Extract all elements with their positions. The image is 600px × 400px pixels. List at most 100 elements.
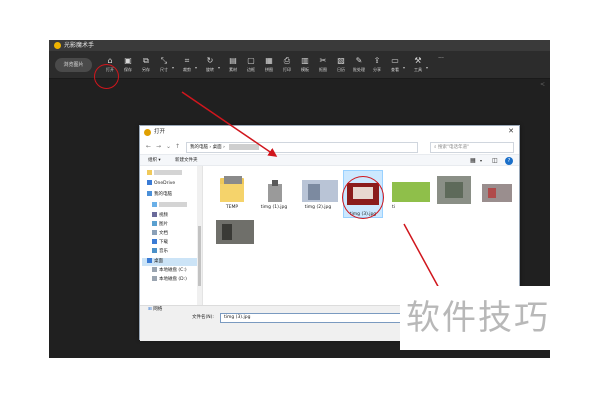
tool-save-as[interactable]: ⧉ 另存 (137, 55, 155, 77)
tool-crop[interactable]: ⌗ 裁剪 (178, 55, 196, 77)
more-tools-button[interactable]: ··· (432, 55, 450, 77)
dialog-app-icon (144, 129, 151, 136)
app-logo-icon (54, 42, 61, 49)
filename-label: 文件名(N): (192, 315, 214, 320)
collage-icon: ▦ (265, 56, 273, 65)
nav-item[interactable]: 我的电脑 (147, 191, 172, 199)
cutout-icon: ✂ (319, 56, 327, 65)
nav-item-label: 桌面 (154, 259, 163, 264)
back-arrow-icon[interactable]: ← (146, 142, 151, 152)
tool-label: 裁剪 (183, 67, 191, 72)
nav-item[interactable]: 文档 (152, 230, 168, 238)
search-placeholder: 搜索"电话年道" (437, 145, 470, 150)
forward-arrow-icon[interactable]: → (156, 142, 161, 152)
chevron-down-icon[interactable]: ▾ (218, 65, 220, 70)
tool-material[interactable]: ▤ 素材 (224, 55, 242, 77)
nav-item-label: OneDrive (154, 181, 176, 186)
nav-item[interactable]: 下载 (152, 239, 168, 247)
nav-item[interactable] (152, 202, 187, 210)
tool-border[interactable]: ▢ 边框 (242, 55, 260, 77)
save-as-icon: ⧉ (143, 56, 149, 65)
tool-label: 查看 (391, 67, 399, 72)
tool-share[interactable]: ⇪ 分享 (368, 55, 386, 77)
nav-item[interactable]: 桌面 (142, 258, 197, 266)
crop-icon: ⌗ (184, 56, 190, 65)
nav-item[interactable]: 本地磁盘 (D:) (152, 276, 187, 284)
help-icon[interactable]: ? (505, 157, 513, 165)
image-thumbnail (478, 174, 512, 204)
nav-item[interactable]: 本地磁盘 (C:) (152, 267, 187, 275)
save-icon: ▣ (124, 56, 132, 65)
chevron-down-icon[interactable]: ▾ (426, 65, 428, 70)
tools-icon: ⚒ (414, 56, 422, 65)
address-segment-desktop[interactable]: 桌面 (213, 145, 222, 150)
image-thumbnail (435, 174, 471, 204)
chevron-down-icon[interactable]: ▾ (172, 65, 174, 70)
selection-highlight-circle (342, 176, 384, 219)
preview-pane-icon[interactable]: ◫ (492, 157, 498, 165)
file-item-6[interactable] (474, 174, 514, 204)
view-dropdown-icon[interactable]: ▾ (480, 157, 482, 165)
file-name: timg (1).jpg (260, 205, 288, 210)
app-title: 光影魔术手 (64, 42, 95, 49)
filename-input[interactable]: timg (3).jpg (220, 313, 410, 323)
new-folder-button[interactable]: 新建文件夹 (175, 156, 198, 165)
folder-icon (147, 170, 152, 175)
computer-icon (147, 191, 152, 196)
file-item-5[interactable] (431, 174, 471, 204)
address-segment-computer[interactable]: 我的电脑 (190, 145, 208, 150)
drive-icon (152, 276, 157, 281)
nav-item-label (159, 202, 187, 207)
browse-images-button[interactable]: 浏览图片 (55, 58, 92, 72)
tool-print[interactable]: ⎙ 打印 (278, 55, 296, 77)
tool-batch[interactable]: ✎ 批处理 (350, 55, 368, 77)
organize-button[interactable]: 组织 ▾ (148, 156, 161, 165)
tool-resize[interactable]: ⤡ 尺寸 (155, 55, 173, 77)
address-bar[interactable]: 我的电脑 › 桌面 › (186, 142, 418, 153)
cloud-icon (147, 180, 152, 185)
nav-item[interactable]: 图片 (152, 221, 168, 229)
file-item-temp[interactable]: TEMP (212, 174, 252, 211)
batch-icon: ✎ (355, 56, 363, 65)
nav-scrollbar[interactable] (197, 166, 202, 305)
view-options-icon[interactable]: ▦ (470, 157, 476, 165)
tool-save[interactable]: ▣ 保存 (119, 55, 137, 77)
dialog-navbar: ← → ⌄ ↑ 我的电脑 › 桌面 › ⌕ 搜索"电话年道" (140, 140, 519, 154)
up-arrow-icon[interactable]: ↑ (175, 142, 180, 152)
file-item-7[interactable] (212, 218, 254, 248)
tool-calendar[interactable]: ▧ 日历 (332, 55, 350, 77)
resize-icon: ⤡ (160, 56, 168, 65)
file-item-timg-1[interactable]: timg (1).jpg (254, 174, 294, 211)
tool-label: 批处理 (353, 67, 365, 72)
tool-label: 工具 (414, 67, 422, 72)
chevron-down-icon[interactable]: ▾ (195, 65, 197, 70)
tool-rotate[interactable]: ↻ 旋转 (201, 55, 219, 77)
tool-template[interactable]: ▥ 模板 (296, 55, 314, 77)
nav-item-label: 文档 (159, 231, 168, 236)
close-icon[interactable]: ✕ (508, 127, 514, 135)
share-corner-icon[interactable]: < (540, 81, 545, 88)
chevron-down-icon[interactable]: ▾ (403, 65, 405, 70)
user-icon (152, 202, 157, 207)
nav-item-network[interactable]: ⊞ 网络 (148, 306, 162, 314)
image-thumbnail (392, 174, 430, 204)
search-input[interactable]: ⌕ 搜索"电话年道" (430, 142, 514, 153)
file-item-timg-2[interactable]: timg (2).jpg (298, 174, 338, 211)
tool-label: 素材 (229, 67, 237, 72)
recent-dropdown-icon[interactable]: ⌄ (166, 142, 171, 152)
tool-tools[interactable]: ⚒ 工具 (409, 55, 427, 77)
nav-item[interactable]: 音乐 (152, 248, 168, 256)
desktop-icon (147, 258, 152, 263)
nav-item[interactable]: 视频 (152, 212, 168, 220)
tool-collage[interactable]: ▦ 拼图 (260, 55, 278, 77)
nav-item[interactable]: OneDrive (147, 180, 175, 188)
tool-label: 另存 (142, 67, 150, 72)
dialog-title: 打开 (154, 129, 166, 135)
image-thumbnail (302, 174, 338, 204)
nav-scrollbar-thumb[interactable] (198, 226, 201, 286)
file-item-4[interactable]: ti (388, 174, 430, 211)
tool-label: 保存 (124, 67, 132, 72)
tool-view[interactable]: ▭ 查看 (386, 55, 404, 77)
nav-item[interactable] (147, 170, 182, 178)
tool-cutout[interactable]: ✂ 抠图 (314, 55, 332, 77)
